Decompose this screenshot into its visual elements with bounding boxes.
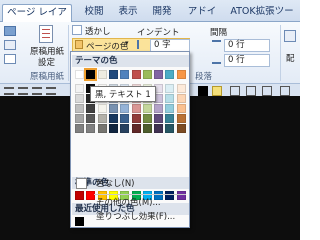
color-swatch[interactable]	[176, 84, 186, 93]
align-icon[interactable]	[46, 87, 56, 95]
color-swatch[interactable]	[75, 104, 84, 113]
color-swatch[interactable]	[154, 70, 164, 79]
table-icon[interactable]	[246, 86, 256, 96]
color-swatch[interactable]	[86, 124, 96, 133]
color-swatch[interactable]	[165, 70, 175, 79]
color-swatch[interactable]	[75, 114, 84, 123]
tab-view[interactable]: 表示	[114, 4, 142, 22]
color-swatch[interactable]	[154, 104, 164, 113]
no-color-item[interactable]: 色なし(N)	[72, 178, 187, 191]
arrange-label[interactable]: 配	[286, 52, 295, 64]
color-swatch[interactable]	[108, 114, 118, 123]
color-swatch[interactable]	[75, 84, 84, 93]
color-swatch[interactable]	[165, 114, 175, 123]
color-swatch[interactable]	[97, 124, 107, 133]
color-swatch[interactable]	[86, 104, 96, 113]
group-separator	[280, 25, 281, 81]
color-swatch[interactable]	[86, 114, 96, 123]
color-swatch[interactable]	[75, 124, 84, 133]
spacing-title: 間隔	[210, 28, 228, 38]
spacing-before-input[interactable]: 0 行	[224, 39, 270, 52]
tab-developer[interactable]: 開発	[148, 4, 176, 22]
manuscript-paper-icon[interactable]	[39, 25, 53, 43]
align-icon[interactable]	[4, 87, 14, 95]
color-swatch[interactable]	[142, 104, 152, 113]
color-swatch[interactable]	[120, 114, 130, 123]
align-icon[interactable]	[32, 87, 42, 95]
color-swatch[interactable]	[97, 104, 107, 113]
color-swatch[interactable]	[97, 70, 107, 79]
color-swatch[interactable]	[131, 104, 141, 113]
color-swatch[interactable]	[131, 70, 141, 79]
color-swatch[interactable]	[108, 70, 118, 79]
color-tooltip: 黒, テキスト 1	[90, 86, 156, 102]
indent-left-icon	[137, 40, 146, 49]
spacing-after-input[interactable]: 0 行	[224, 54, 270, 67]
color-swatch[interactable]	[165, 124, 175, 133]
columns-icon[interactable]	[262, 86, 272, 96]
color-swatch[interactable]	[108, 104, 118, 113]
fill-effects-label: 塗りつぶし効果(F)...	[96, 212, 176, 222]
color-swatch[interactable]	[84, 68, 98, 81]
color-swatch[interactable]	[97, 114, 107, 123]
color-swatch[interactable]	[154, 124, 164, 133]
theme-colors-header: テーマの色	[72, 55, 189, 67]
color-swatch[interactable]	[120, 104, 130, 113]
color-swatch[interactable]	[176, 114, 186, 123]
more-colors-label: その他の色(M)...	[96, 198, 161, 208]
color-swatch[interactable]	[142, 114, 152, 123]
shapes-icon[interactable]	[280, 86, 290, 96]
size-icon[interactable]	[4, 54, 16, 64]
tab-addins[interactable]: アドイン	[184, 4, 220, 33]
highlight-icon[interactable]	[212, 86, 222, 96]
color-swatch[interactable]	[142, 124, 152, 133]
border-icon[interactable]	[230, 86, 240, 96]
group-separator	[68, 25, 69, 81]
orientation-icon[interactable]	[4, 40, 16, 50]
no-color-swatch-icon	[76, 178, 87, 189]
color-swatch[interactable]	[165, 94, 175, 103]
tab-review[interactable]: 校閲	[80, 4, 108, 22]
ribbon-tab-bar: ページ レイアウト 校閲 表示 開発 アドイン ATOK拡張ツール	[0, 0, 300, 34]
color-swatch[interactable]	[154, 114, 164, 123]
color-swatch[interactable]	[176, 70, 186, 79]
more-colors-item[interactable]: その他の色(M)...	[72, 197, 187, 210]
paragraph-group-label: 段落	[195, 72, 213, 82]
tab-atok-tools[interactable]: ATOK拡張ツール	[226, 4, 298, 33]
color-swatch[interactable]	[120, 124, 130, 133]
spacing-after-icon	[212, 55, 221, 64]
color-swatch[interactable]	[176, 124, 186, 133]
fill-effects-item[interactable]: 塗りつぶし効果(F)...	[72, 211, 187, 224]
color-swatch[interactable]	[75, 94, 84, 103]
watermark-icon[interactable]	[72, 25, 82, 35]
color-swatch[interactable]	[176, 104, 186, 113]
margins-icon[interactable]	[4, 26, 16, 36]
indent-title: インデント	[137, 28, 180, 38]
color-swatch[interactable]	[165, 104, 175, 113]
color-swatch[interactable]	[131, 114, 141, 123]
paint-bucket-icon	[75, 40, 83, 49]
color-swatch[interactable]	[131, 124, 141, 133]
font-color-icon[interactable]	[198, 86, 208, 96]
color-swatch[interactable]	[142, 70, 152, 79]
no-color-label: 色なし(N)	[96, 179, 135, 189]
watermark-button[interactable]: 透かし	[85, 25, 111, 37]
align-icon[interactable]	[18, 87, 28, 95]
manuscript-button-label-2[interactable]: 設定	[38, 56, 55, 68]
color-swatch[interactable]	[120, 70, 130, 79]
tab-page-layout[interactable]: ページ レイアウト	[2, 4, 72, 34]
manuscript-group-label: 原稿用紙	[30, 72, 65, 82]
spacing-before-icon	[212, 40, 221, 49]
color-swatch[interactable]	[108, 124, 118, 133]
color-swatch[interactable]	[75, 70, 84, 79]
chevron-down-icon[interactable]: ▾	[125, 39, 129, 47]
color-swatch[interactable]	[176, 94, 186, 103]
position-icon[interactable]	[284, 30, 296, 42]
color-swatch[interactable]	[165, 84, 175, 93]
menu-separator	[94, 194, 186, 195]
